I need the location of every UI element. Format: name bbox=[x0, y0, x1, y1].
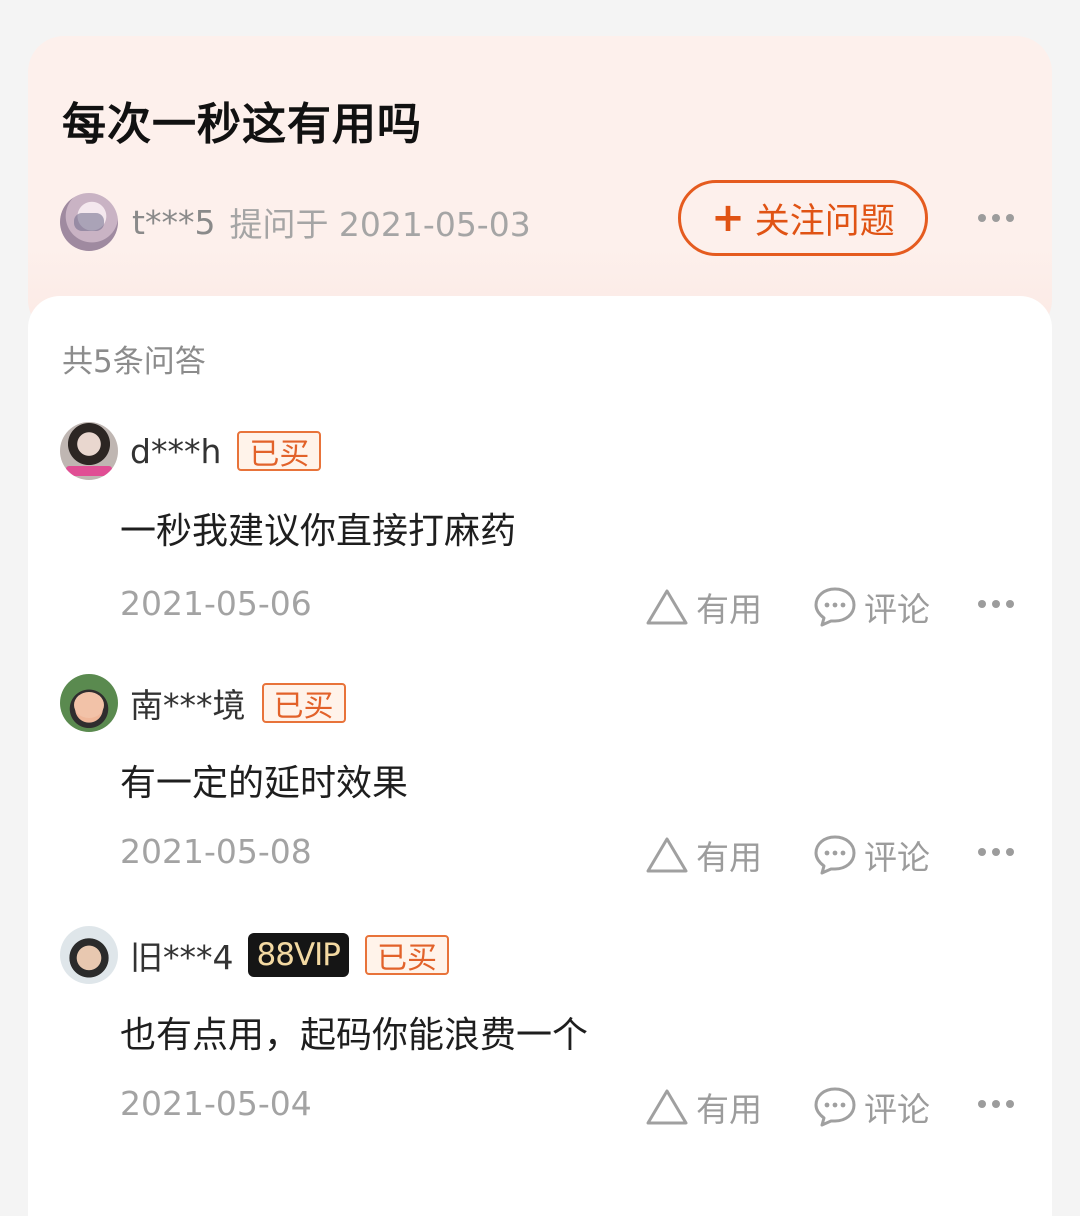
triangle-up-icon bbox=[646, 837, 688, 873]
vip-badge: 88VIP bbox=[247, 933, 349, 977]
answer-item: 南***境 已买 有一定的延时效果 2021-05-08 有用 评论 bbox=[28, 674, 1052, 914]
useful-button[interactable]: 有用 bbox=[644, 584, 762, 630]
answer-text: 也有点用，起码你能浪费一个 bbox=[120, 1015, 589, 1056]
answer-user[interactable]: 旧***4 bbox=[130, 931, 234, 979]
answer-item: d***h 已买 一秒我建议你直接打麻药 2021-05-06 有用 评论 bbox=[28, 422, 1052, 662]
question-meta: t***5 提问于 2021-05-03 bbox=[60, 192, 531, 252]
answer-date: 2021-05-04 bbox=[120, 1084, 312, 1123]
useful-button[interactable]: 有用 bbox=[644, 1084, 762, 1130]
more-icon[interactable] bbox=[978, 1100, 1014, 1108]
asker-name[interactable]: t***5 bbox=[132, 203, 215, 242]
triangle-up-icon bbox=[646, 1089, 688, 1125]
answer-text: 一秒我建议你直接打麻药 bbox=[120, 511, 517, 552]
bought-badge: 已买 bbox=[365, 935, 449, 976]
more-icon[interactable] bbox=[978, 600, 1014, 608]
more-icon[interactable] bbox=[978, 848, 1014, 856]
answer-date: 2021-05-06 bbox=[120, 584, 312, 623]
comment-button[interactable]: 评论 bbox=[812, 584, 930, 630]
follow-question-button[interactable]: + 关注问题 bbox=[678, 180, 928, 256]
useful-button[interactable]: 有用 bbox=[644, 832, 762, 878]
comment-label: 评论 bbox=[864, 838, 930, 877]
answer-footer: 2021-05-04 有用 评论 bbox=[28, 1084, 1052, 1134]
answer-footer: 2021-05-08 有用 评论 bbox=[28, 832, 1052, 882]
answer-date: 2021-05-08 bbox=[120, 832, 312, 871]
more-icon[interactable] bbox=[978, 214, 1014, 222]
useful-label: 有用 bbox=[696, 1090, 762, 1129]
comment-bubble-icon bbox=[814, 587, 856, 627]
plus-icon: + bbox=[711, 195, 745, 241]
comment-button[interactable]: 评论 bbox=[812, 1084, 930, 1130]
answer-user[interactable]: d***h bbox=[130, 432, 221, 471]
comment-button[interactable]: 评论 bbox=[812, 832, 930, 878]
avatar[interactable] bbox=[60, 926, 118, 984]
comment-bubble-icon bbox=[814, 835, 856, 875]
answer-item: 旧***4 88VIP 已买 也有点用，起码你能浪费一个 2021-05-04 … bbox=[28, 926, 1052, 1166]
answer-header: d***h 已买 bbox=[60, 422, 322, 480]
comment-bubble-icon bbox=[814, 1087, 856, 1127]
triangle-up-icon bbox=[646, 589, 688, 625]
asked-date: 提问于 2021-05-03 bbox=[229, 205, 531, 244]
bought-badge: 已买 bbox=[261, 683, 346, 724]
answer-footer: 2021-05-06 有用 评论 bbox=[28, 584, 1052, 634]
avatar[interactable] bbox=[60, 422, 118, 480]
answer-header: 旧***4 88VIP 已买 bbox=[60, 926, 449, 984]
answer-header: 南***境 已买 bbox=[60, 674, 346, 732]
useful-label: 有用 bbox=[696, 590, 762, 629]
question-title: 每次一秒这有用吗 bbox=[62, 99, 422, 150]
comment-label: 评论 bbox=[864, 590, 930, 629]
useful-label: 有用 bbox=[696, 838, 762, 877]
answer-user[interactable]: 南***境 bbox=[130, 679, 246, 727]
follow-question-label: 关注问题 bbox=[754, 201, 895, 242]
avatar[interactable] bbox=[60, 674, 118, 732]
asker-avatar[interactable] bbox=[60, 193, 118, 251]
bought-badge: 已买 bbox=[237, 431, 322, 472]
answers-card: 共5条问答 d***h 已买 一秒我建议你直接打麻药 2021-05-06 有用… bbox=[28, 296, 1052, 1216]
answers-count: 共5条问答 bbox=[62, 344, 206, 380]
answer-text: 有一定的延时效果 bbox=[120, 763, 409, 804]
comment-label: 评论 bbox=[864, 1090, 930, 1129]
question-card: 每次一秒这有用吗 t***5 提问于 2021-05-03 + 关注问题 bbox=[28, 36, 1052, 336]
